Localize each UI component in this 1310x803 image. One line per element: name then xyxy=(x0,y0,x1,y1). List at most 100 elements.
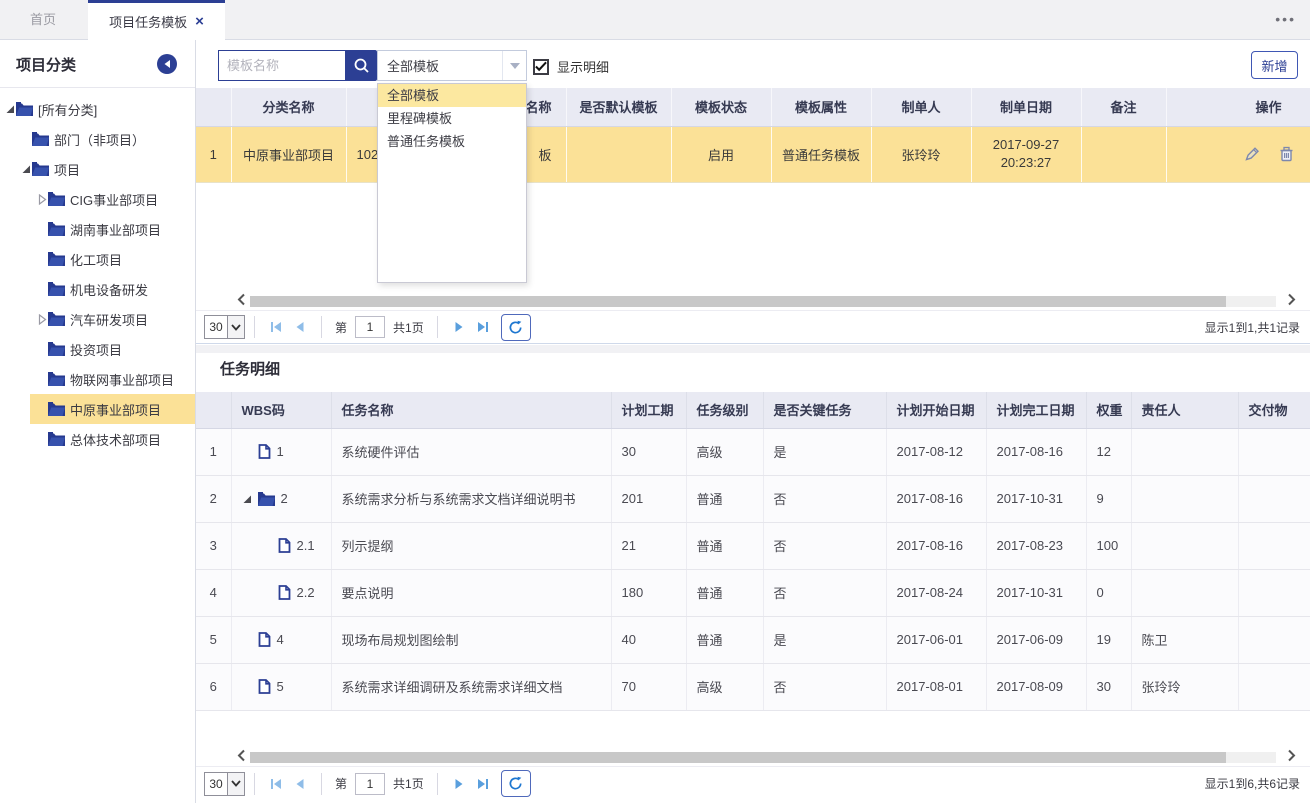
folder-icon xyxy=(48,312,65,326)
expand-triangle-icon[interactable] xyxy=(21,164,31,174)
cell-deliverable xyxy=(1238,428,1310,475)
cell-status: 启用 xyxy=(671,126,771,182)
first-page-icon[interactable] xyxy=(267,775,285,793)
cell-critical: 否 xyxy=(763,663,886,710)
sidebar-item[interactable]: 投资项目 xyxy=(0,334,195,364)
cell-owner xyxy=(1131,569,1238,616)
template-table-header: 分类名称 名称 是否默认模板 模板状态 模板属性 制单人 制单日期 备注 操作 xyxy=(196,88,1310,126)
cell-start-date: 2017-08-12 xyxy=(886,428,986,475)
dropdown-option[interactable]: 全部模板 xyxy=(378,84,526,107)
sidebar-item[interactable]: 项目 xyxy=(0,154,195,184)
last-page-icon[interactable] xyxy=(474,775,492,793)
refresh-button[interactable] xyxy=(501,314,531,341)
task-row[interactable]: 22系统需求分析与系统需求文档详细说明书201普通否2017-08-162017… xyxy=(196,475,1310,522)
edit-pencil-icon[interactable] xyxy=(1244,146,1261,162)
close-icon[interactable]: × xyxy=(195,14,204,29)
task-row[interactable]: 54现场布局规划图绘制40普通是2017-06-012017-06-0919陈卫 xyxy=(196,616,1310,663)
cell-critical: 否 xyxy=(763,475,886,522)
dropdown-option[interactable]: 里程碑模板 xyxy=(378,107,526,130)
refresh-icon xyxy=(508,320,523,335)
page-number-input[interactable] xyxy=(355,773,385,795)
page-size-select[interactable]: 30 xyxy=(204,772,245,796)
sidebar-item[interactable]: 中原事业部项目 xyxy=(0,394,195,424)
sidebar-header: 项目分类 xyxy=(0,40,195,88)
cell-end-date: 2017-10-31 xyxy=(986,569,1086,616)
row-number: 4 xyxy=(196,569,231,616)
add-button[interactable]: 新增 xyxy=(1251,51,1298,79)
horizontal-scrollbar-thumb[interactable] xyxy=(250,752,1226,763)
page-size-select[interactable]: 30 xyxy=(204,315,245,339)
scroll-right-icon[interactable] xyxy=(1287,293,1296,309)
checkbox[interactable] xyxy=(533,59,549,75)
cell-remark xyxy=(1081,126,1166,182)
chevron-down-icon xyxy=(227,316,244,338)
folder-icon xyxy=(48,282,65,296)
page-number-input[interactable] xyxy=(355,316,385,338)
task-row[interactable]: 42.2要点说明180普通否2017-08-242017-10-310 xyxy=(196,569,1310,616)
doc-icon xyxy=(258,632,271,647)
cell-level: 普通 xyxy=(686,475,763,522)
cell-wbs: 5 xyxy=(231,663,331,710)
template-row[interactable]: 1 中原事业部项目 102 板 启用 普通任务模板 张玲玲 2017-09-27… xyxy=(196,126,1310,182)
cell-deliverable xyxy=(1238,616,1310,663)
sidebar-item[interactable]: 湖南事业部项目 xyxy=(0,214,195,244)
next-page-icon[interactable] xyxy=(450,318,468,336)
sidebar: 项目分类 [所有分类]部门（非项目）项目CIG事业部项目湖南事业部项目化工项目机… xyxy=(0,40,196,803)
detail-table-header: WBS码 任务名称 计划工期 任务级别 是否关键任务 计划开始日期 计划完工日期… xyxy=(196,392,1310,428)
cell-duration: 30 xyxy=(611,428,686,475)
cell-start-date: 2017-08-01 xyxy=(886,663,986,710)
collapse-triangle-icon[interactable] xyxy=(37,194,47,205)
dropdown-option[interactable]: 普通任务模板 xyxy=(378,130,526,153)
scrollbar-track[interactable] xyxy=(250,752,1276,763)
scrollbar-track[interactable] xyxy=(250,296,1276,307)
last-page-icon[interactable] xyxy=(474,318,492,336)
expand-triangle-icon[interactable] xyxy=(242,494,252,504)
refresh-button[interactable] xyxy=(501,770,531,797)
cell-duration: 70 xyxy=(611,663,686,710)
folder-icon xyxy=(48,252,65,266)
search-button[interactable] xyxy=(345,50,377,81)
show-detail-toggle[interactable]: 显示明细 xyxy=(533,57,609,76)
row-number: 1 xyxy=(196,126,231,182)
sidebar-item[interactable]: 物联网事业部项目 xyxy=(0,364,195,394)
scroll-left-icon[interactable] xyxy=(237,749,246,765)
doc-icon xyxy=(278,538,291,553)
col-duration: 计划工期 xyxy=(611,392,686,428)
more-menu-icon[interactable]: ••• xyxy=(1275,0,1296,40)
next-page-icon[interactable] xyxy=(450,775,468,793)
template-type-select[interactable]: 全部模板 xyxy=(377,50,527,81)
sidebar-item[interactable]: [所有分类] xyxy=(0,94,195,124)
first-page-icon[interactable] xyxy=(267,318,285,336)
sidebar-title: 项目分类 xyxy=(16,54,76,75)
task-row[interactable]: 32.1列示提纲21普通否2017-08-162017-08-23100 xyxy=(196,522,1310,569)
prev-page-icon[interactable] xyxy=(291,318,309,336)
row-number: 6 xyxy=(196,663,231,710)
cell-end-date: 2017-08-16 xyxy=(986,428,1086,475)
cell-end-date: 2017-10-31 xyxy=(986,475,1086,522)
sidebar-item[interactable]: 部门（非项目） xyxy=(0,124,195,154)
search-input[interactable] xyxy=(218,50,345,81)
trash-icon[interactable] xyxy=(1279,146,1294,162)
collapse-triangle-icon[interactable] xyxy=(37,314,47,325)
prev-page-icon[interactable] xyxy=(291,775,309,793)
sidebar-item[interactable]: 机电设备研发 xyxy=(0,274,195,304)
sidebar-item[interactable]: 总体技术部项目 xyxy=(0,424,195,454)
col-date: 制单日期 xyxy=(971,88,1081,126)
sidebar-item[interactable]: CIG事业部项目 xyxy=(0,184,195,214)
scroll-right-icon[interactable] xyxy=(1287,749,1296,765)
sidebar-item[interactable]: 汽车研发项目 xyxy=(0,304,195,334)
task-row[interactable]: 11系统硬件评估30高级是2017-08-122017-08-1612 xyxy=(196,428,1310,475)
tab-home[interactable]: 首页 xyxy=(30,0,56,40)
collapse-sidebar-icon[interactable] xyxy=(157,54,177,74)
row-number: 5 xyxy=(196,616,231,663)
cell-level: 高级 xyxy=(686,428,763,475)
cell-start-date: 2017-08-24 xyxy=(886,569,986,616)
folder-icon xyxy=(48,372,65,386)
tab-project-task-template[interactable]: 项目任务模板 × xyxy=(88,0,225,40)
expand-triangle-icon[interactable] xyxy=(5,104,15,114)
horizontal-scrollbar-thumb[interactable] xyxy=(250,296,1226,307)
cell-critical: 否 xyxy=(763,522,886,569)
sidebar-item[interactable]: 化工项目 xyxy=(0,244,195,274)
task-row[interactable]: 65系统需求详细调研及系统需求详细文档70高级否2017-08-012017-0… xyxy=(196,663,1310,710)
scroll-left-icon[interactable] xyxy=(237,293,246,309)
